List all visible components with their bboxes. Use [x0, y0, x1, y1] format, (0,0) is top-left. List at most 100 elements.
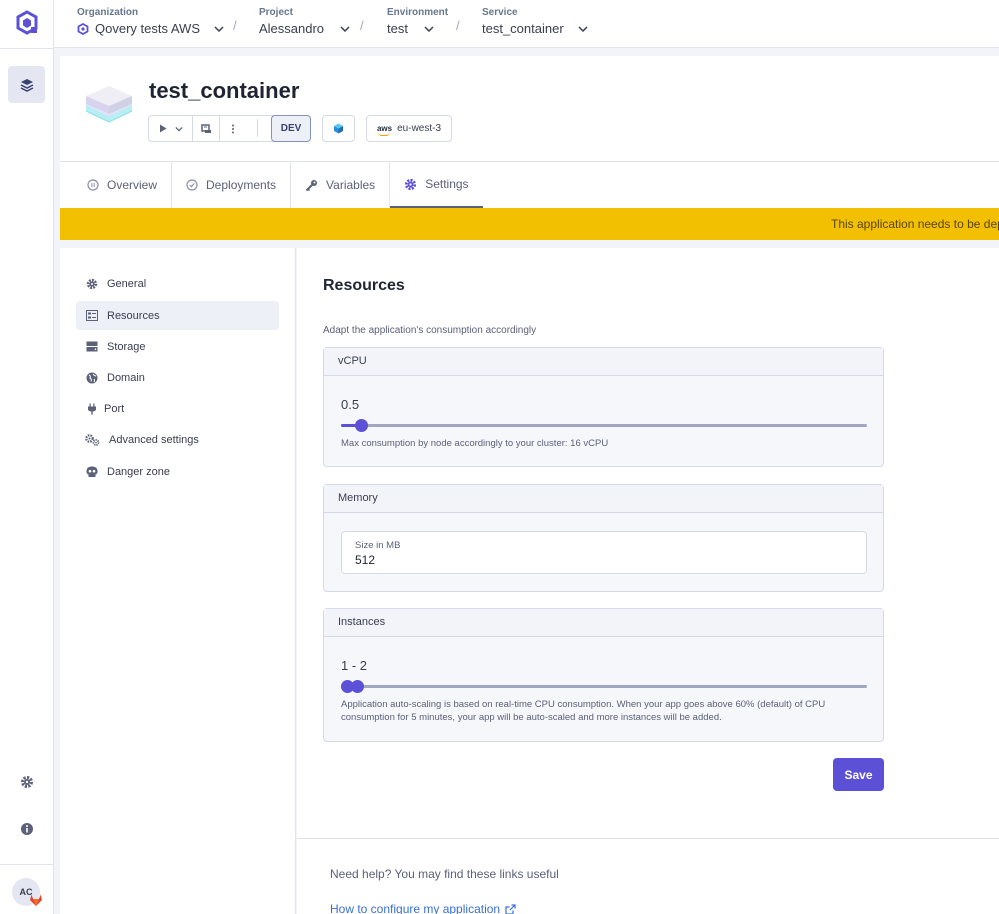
section-title: Resources	[323, 277, 405, 294]
qovery-logo-icon[interactable]	[14, 10, 40, 36]
gear-icon	[86, 278, 97, 289]
breadcrumb-value: Qovery tests AWS	[95, 21, 200, 36]
vcpu-box-title: vCPU	[324, 348, 883, 376]
resources-icon	[85, 310, 98, 321]
tab-label: Variables	[326, 178, 376, 192]
settings-sidebar: General Resources Storage Domain Port Ad…	[60, 248, 296, 914]
deploy-button[interactable]	[149, 116, 193, 141]
instances-box-title: Instances	[324, 609, 883, 637]
breadcrumb-label: Service	[482, 7, 518, 18]
vcpu-slider[interactable]	[341, 419, 867, 432]
more-actions-button[interactable]	[220, 116, 245, 141]
chevron-down-icon	[424, 25, 434, 32]
breadcrumb-separator: /	[456, 18, 460, 33]
instances-value: 1 - 2	[341, 658, 368, 673]
chevron-down-icon	[214, 25, 224, 32]
gear-icon	[21, 776, 33, 788]
vcpu-hint: Max consumption by node accordingly to y…	[341, 438, 609, 449]
deploy-warning-banner: This application needs to be dep	[60, 208, 999, 240]
application-cube-icon	[85, 86, 133, 123]
rail-layers-button[interactable]	[8, 66, 45, 103]
settings-nav-port[interactable]: Port	[76, 394, 279, 423]
environment-mode-tag: DEV	[271, 115, 311, 142]
tab-variables[interactable]: Variables	[291, 162, 391, 208]
memory-box: Memory Size in MB	[323, 484, 884, 592]
help-divider	[297, 838, 999, 839]
memory-size-input[interactable]	[355, 553, 510, 567]
gitlab-icon	[30, 894, 42, 906]
breadcrumb-separator: /	[233, 18, 237, 33]
more-vertical-icon	[231, 124, 234, 133]
save-button[interactable]: Save	[833, 758, 884, 791]
help-link-label: How to configure my application	[330, 902, 501, 914]
breadcrumb-label: Project	[259, 7, 293, 18]
breadcrumb-project[interactable]: Project Alessandro	[259, 7, 350, 36]
top-bar: Organization Qovery tests AWS / Project …	[54, 0, 999, 48]
settings-nav-resources[interactable]: Resources	[76, 301, 279, 330]
breadcrumb-environment[interactable]: Environment test	[387, 7, 448, 36]
configure-application-link[interactable]: How to configure my application	[330, 902, 516, 914]
settings-nav-danger-zone[interactable]: Danger zone	[76, 457, 279, 486]
help-text: Need help? You may find these links usef…	[330, 867, 559, 881]
breadcrumb-label: Environment	[387, 7, 449, 18]
tab-label: Settings	[425, 177, 469, 191]
breadcrumb-organization[interactable]: Organization Qovery tests AWS	[77, 7, 224, 36]
logs-button[interactable]	[193, 116, 220, 141]
chevron-down-icon	[340, 25, 350, 32]
plug-icon	[87, 403, 96, 414]
storage-icon	[86, 341, 97, 352]
tab-settings[interactable]: Settings	[390, 162, 483, 208]
container-type-tag	[322, 115, 355, 142]
vcpu-box: vCPU 0.5 Max consumption by node accordi…	[323, 347, 884, 467]
service-tabs: Overview Deployments Variables Settings	[73, 162, 483, 208]
instances-max-thumb[interactable]	[351, 680, 364, 693]
container-cube-icon	[334, 123, 343, 134]
tab-label: Deployments	[206, 178, 277, 192]
rail-divider	[0, 864, 54, 865]
settings-nav-storage[interactable]: Storage	[76, 332, 279, 361]
rail-info-button[interactable]	[18, 820, 36, 838]
gears-icon	[85, 433, 100, 446]
app-header: test_container DEV aws eu-west-3 Overvie…	[60, 56, 999, 208]
tab-label: Overview	[107, 178, 158, 192]
tab-overview[interactable]: Overview	[73, 162, 173, 208]
memory-size-label: Size in MB	[355, 540, 401, 551]
tab-deployments[interactable]: Deployments	[172, 162, 292, 208]
settings-nav-general[interactable]: General	[76, 269, 279, 298]
settings-nav-label: Port	[104, 402, 125, 415]
settings-nav-label: Advanced settings	[109, 433, 199, 446]
breadcrumb-separator: /	[360, 18, 364, 33]
rail-divider	[0, 48, 54, 49]
breadcrumb-value: Alessandro	[259, 21, 325, 36]
info-icon	[21, 823, 33, 835]
key-icon	[305, 179, 318, 191]
instances-hint-line: Application auto-scaling is based on rea…	[341, 699, 826, 710]
settings-nav-advanced-settings[interactable]: Advanced settings	[76, 425, 279, 454]
vcpu-slider-thumb[interactable]	[355, 419, 368, 432]
pause-circle-icon	[87, 179, 99, 191]
gear-icon	[405, 178, 417, 190]
breadcrumb-service[interactable]: Service test_container	[482, 7, 588, 36]
settings-nav-domain[interactable]: Domain	[76, 363, 279, 392]
banner-text: This application needs to be dep	[831, 217, 999, 231]
qovery-org-icon	[77, 22, 89, 35]
section-description: Adapt the application's consumption acco…	[323, 325, 537, 336]
globe-icon	[86, 372, 97, 383]
settings-nav-label: Resources	[107, 309, 160, 322]
layers-icon	[20, 78, 33, 92]
settings-nav-label: Storage	[107, 340, 146, 353]
memory-size-field[interactable]: Size in MB	[341, 531, 867, 574]
rail-settings-button[interactable]	[18, 773, 36, 791]
settings-nav-label: Domain	[107, 371, 145, 384]
instances-range-slider[interactable]	[341, 680, 867, 693]
breadcrumb-value: test	[387, 21, 408, 36]
memory-box-title: Memory	[324, 485, 883, 513]
instances-hint-line: consumption for 5 minutes, your app will…	[341, 712, 722, 723]
settings-nav-label: Danger zone	[107, 465, 170, 478]
page-title: test_container	[149, 78, 300, 103]
breadcrumb-label: Organization	[77, 7, 139, 18]
region-tag: aws eu-west-3	[366, 115, 452, 142]
settings-nav-label: General	[107, 277, 147, 290]
scroll-icon	[200, 123, 211, 133]
play-icon	[159, 124, 166, 133]
